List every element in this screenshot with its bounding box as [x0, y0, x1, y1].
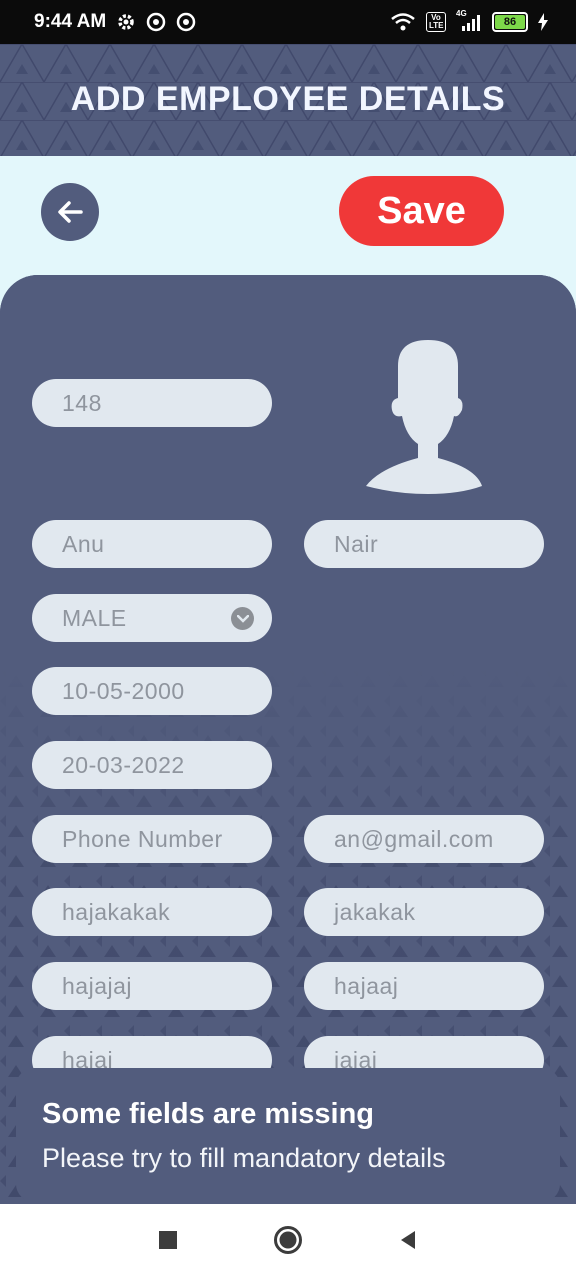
- app-bar: ADD EMPLOYEE DETAILS: [0, 44, 576, 156]
- charging-bolt-icon: [538, 13, 548, 31]
- volte-icon: Vo LTE: [426, 12, 446, 32]
- text-field[interactable]: hajajaj: [32, 962, 272, 1010]
- cell-signal-icon: 4G: [456, 9, 482, 31]
- error-snackbar: Some fields are missing Please try to fi…: [16, 1068, 560, 1202]
- square-icon: [159, 1230, 177, 1249]
- notification-app-icon: [176, 12, 196, 32]
- back-nav-button[interactable]: [397, 1229, 419, 1256]
- triangle-back-icon: [401, 1230, 415, 1249]
- save-button[interactable]: Save: [339, 176, 504, 246]
- notification-app-icon: [146, 12, 166, 32]
- recent-apps-button[interactable]: [157, 1229, 179, 1256]
- email-field[interactable]: an@gmail.com: [304, 815, 544, 863]
- circle-icon: [274, 1225, 302, 1254]
- text-field[interactable]: hajakakak: [32, 888, 272, 936]
- status-bar: 9:44 AM Vo LTE 4G 86: [0, 0, 576, 44]
- first-name-field[interactable]: Anu: [32, 520, 272, 568]
- snackbar-title: Some fields are missing: [42, 1098, 375, 1130]
- date-of-birth-field[interactable]: 10-05-2000: [32, 667, 272, 715]
- phone-number-field[interactable]: Phone Number: [32, 815, 272, 863]
- system-nav-bar: [0, 1204, 576, 1280]
- home-button[interactable]: [273, 1225, 303, 1260]
- snackbar-message: Please try to fill mandatory details: [42, 1143, 446, 1173]
- network-type-label: 4G: [456, 9, 467, 18]
- gender-value: MALE: [62, 604, 127, 631]
- battery-level: 86: [503, 16, 517, 28]
- back-button[interactable]: [41, 183, 99, 241]
- battery-icon: 86: [492, 12, 528, 32]
- profile-photo-placeholder[interactable]: [340, 336, 516, 501]
- status-time: 9:44 AM: [34, 11, 107, 32]
- wifi-icon: [390, 13, 416, 31]
- joining-date-field[interactable]: 20-03-2022: [32, 741, 272, 789]
- text-field[interactable]: jakakak: [304, 888, 544, 936]
- employee-id-field[interactable]: 148: [32, 379, 272, 427]
- settings-gear-icon: [116, 12, 136, 32]
- user-silhouette-icon: [366, 340, 482, 494]
- text-field[interactable]: hajaaj: [304, 962, 544, 1010]
- page-title: ADD EMPLOYEE DETAILS: [70, 80, 506, 118]
- chevron-down-icon: [231, 607, 254, 630]
- gender-dropdown[interactable]: MALE: [32, 594, 272, 642]
- arrow-left-icon: [58, 201, 83, 223]
- last-name-field[interactable]: Nair: [304, 520, 544, 568]
